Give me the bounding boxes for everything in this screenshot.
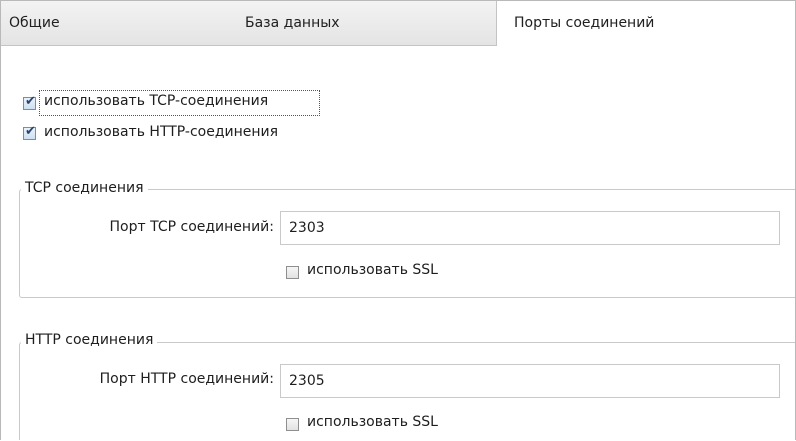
- tab-general[interactable]: Общие: [9, 1, 159, 45]
- http-ssl-label[interactable]: использовать SSL: [307, 414, 438, 430]
- use-http-label[interactable]: использовать HTTP-соединения: [44, 124, 278, 140]
- tcp-port-label: Порт TCP соединений:: [109, 219, 274, 235]
- tab-general-label: Общие: [9, 15, 60, 31]
- use-tcp-label[interactable]: использовать TCP-соединения: [44, 93, 268, 109]
- tab-bar: Общие База данных Порты соединений: [1, 1, 795, 46]
- tab-connection-ports[interactable]: Порты соединений: [496, 1, 795, 46]
- tab-database[interactable]: База данных: [245, 1, 465, 45]
- http-group-title: HTTP соединения: [21, 332, 158, 348]
- http-ssl-checkbox[interactable]: [286, 418, 299, 431]
- tab-connection-ports-label: Порты соединений: [514, 15, 655, 31]
- http-port-label: Порт HTTP соединений:: [99, 371, 274, 387]
- tcp-ssl-checkbox[interactable]: [286, 266, 299, 279]
- check-icon: ✔: [25, 124, 36, 139]
- tcp-group-title: TCP соединения: [21, 180, 148, 196]
- tab-database-label: База данных: [245, 15, 340, 31]
- http-port-input[interactable]: [280, 364, 780, 398]
- use-http-checkbox[interactable]: ✔: [23, 124, 36, 140]
- tcp-port-input[interactable]: [280, 211, 780, 245]
- tab-content: ✔ использовать TCP-соединения ✔ использо…: [1, 46, 795, 440]
- tcp-ssl-label[interactable]: использовать SSL: [307, 262, 438, 278]
- use-tcp-checkbox[interactable]: ✔: [23, 94, 36, 110]
- check-icon: ✔: [25, 94, 36, 109]
- settings-window: Общие База данных Порты соединений ✔ исп…: [0, 0, 796, 440]
